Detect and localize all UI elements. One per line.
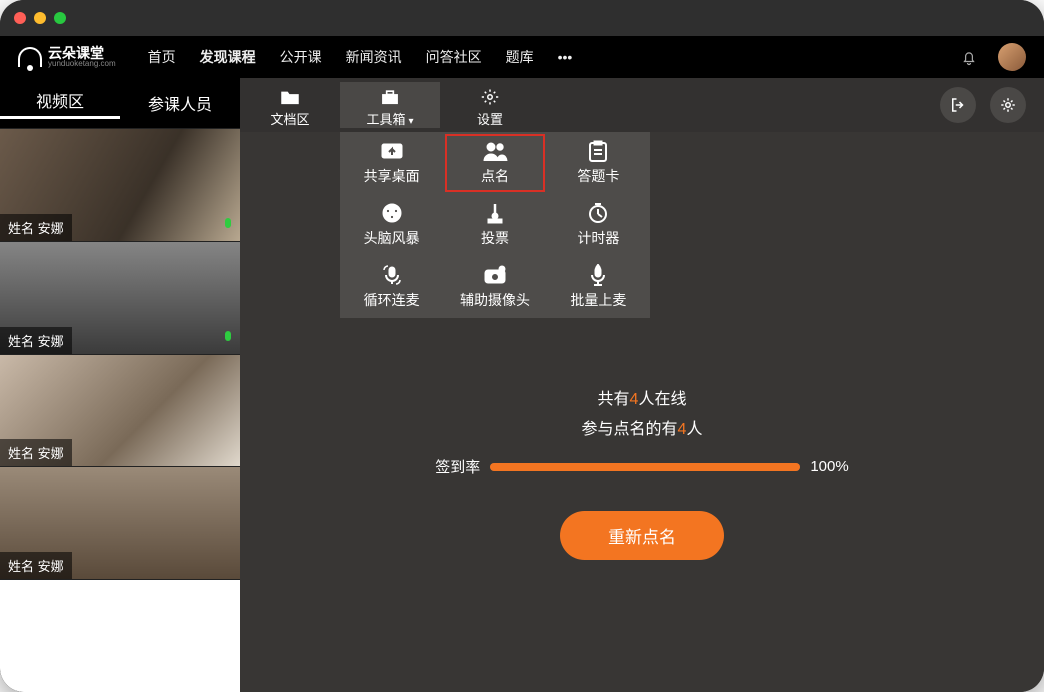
share-screen-icon bbox=[380, 140, 404, 162]
cloud-icon bbox=[18, 47, 42, 67]
video-cell[interactable]: 姓名 安娜 bbox=[0, 354, 240, 467]
tool-label: 投票 bbox=[481, 228, 509, 248]
sidebar: 视频区 参课人员 姓名 安娜 姓名 安娜 姓名 安娜 姓名 安娜 bbox=[0, 78, 240, 692]
video-cell[interactable]: 姓名 安娜 bbox=[0, 241, 240, 354]
tool-label: 头脑风暴 bbox=[364, 228, 420, 248]
brand-logo[interactable]: 云朵课堂 yunduoketang.com bbox=[18, 46, 116, 68]
microphone-icon bbox=[222, 217, 234, 233]
video-cell-empty bbox=[0, 579, 240, 692]
tool-label: 计时器 bbox=[577, 228, 619, 248]
redo-rollcall-button[interactable]: 重新点名 bbox=[560, 511, 724, 560]
toolbar-docs[interactable]: 文档区 bbox=[240, 82, 340, 128]
nav-news[interactable]: 新闻资讯 bbox=[344, 43, 404, 71]
window-maximize-dot[interactable] bbox=[54, 12, 66, 24]
brand-domain: yunduoketang.com bbox=[48, 60, 116, 68]
svg-text:+: + bbox=[501, 267, 504, 273]
sidebar-tabs: 视频区 参课人员 bbox=[0, 78, 240, 128]
participant-name: 姓名 安娜 bbox=[0, 552, 72, 579]
toolbox-icon bbox=[380, 88, 400, 106]
bell-icon[interactable] bbox=[960, 48, 978, 66]
brainstorm-icon bbox=[381, 202, 403, 224]
tool-label: 循环连麦 bbox=[364, 290, 420, 310]
main-area: 文档区 工具箱▾ 设置 bbox=[240, 78, 1044, 692]
toolbar-label: 文档区 bbox=[270, 109, 309, 128]
tab-video-area[interactable]: 视频区 bbox=[0, 88, 120, 119]
nav-home[interactable]: 首页 bbox=[146, 43, 178, 71]
answer-card-icon bbox=[588, 140, 608, 162]
main-toolbar: 文档区 工具箱▾ 设置 bbox=[240, 78, 1044, 132]
nav-discover[interactable]: 发现课程 bbox=[198, 43, 258, 71]
nav-qa[interactable]: 问答社区 bbox=[424, 43, 484, 71]
exit-button[interactable] bbox=[940, 87, 976, 123]
video-list: 姓名 安娜 姓名 安娜 姓名 安娜 姓名 安娜 bbox=[0, 128, 240, 692]
online-count-line: 共有4人在线 bbox=[598, 385, 687, 409]
gear-icon bbox=[999, 96, 1017, 114]
timer-icon bbox=[587, 202, 609, 224]
folder-icon bbox=[280, 88, 300, 106]
toolbar-settings[interactable]: 设置 bbox=[440, 82, 540, 128]
aux-camera-icon: + bbox=[483, 264, 507, 286]
rollcall-count-line: 参与点名的有4人 bbox=[582, 415, 703, 439]
tool-brainstorm[interactable]: 头脑风暴 bbox=[340, 194, 443, 256]
tab-participants[interactable]: 参课人员 bbox=[120, 91, 240, 115]
rate-progress-fill bbox=[490, 463, 800, 471]
exit-icon bbox=[949, 96, 967, 114]
toolbar-label: 设置 bbox=[477, 109, 503, 128]
rate-progress-bar bbox=[490, 463, 800, 471]
participant-name: 姓名 安娜 bbox=[0, 439, 72, 466]
top-nav: 云朵课堂 yunduoketang.com 首页 发现课程 公开课 新闻资讯 问… bbox=[0, 36, 1044, 78]
participant-name: 姓名 安娜 bbox=[0, 214, 72, 241]
microphone-icon bbox=[222, 330, 234, 346]
chevron-down-icon: ▾ bbox=[408, 116, 413, 127]
rate-label: 签到率 bbox=[435, 456, 480, 477]
video-cell[interactable]: 姓名 安娜 bbox=[0, 466, 240, 579]
people-icon bbox=[482, 140, 508, 162]
nav-more-icon[interactable]: ••• bbox=[556, 45, 575, 69]
rate-percent: 100% bbox=[810, 458, 848, 475]
tool-mic-cycle[interactable]: 循环连麦 bbox=[340, 256, 443, 318]
video-cell[interactable]: 姓名 安娜 bbox=[0, 128, 240, 241]
tool-label: 点名 bbox=[481, 166, 509, 186]
tool-timer[interactable]: 计时器 bbox=[547, 194, 650, 256]
participant-name: 姓名 安娜 bbox=[0, 327, 72, 354]
nav-bank[interactable]: 题库 bbox=[504, 43, 536, 71]
tool-label: 答题卡 bbox=[577, 166, 619, 186]
batch-mic-icon bbox=[588, 264, 608, 286]
tool-roll-call[interactable]: 点名 bbox=[443, 132, 546, 194]
tool-batch-mic[interactable]: 批量上麦 bbox=[547, 256, 650, 318]
settings-button[interactable] bbox=[990, 87, 1026, 123]
vote-icon bbox=[485, 202, 505, 224]
user-avatar[interactable] bbox=[998, 43, 1026, 71]
app-window: 云朵课堂 yunduoketang.com 首页 发现课程 公开课 新闻资讯 问… bbox=[0, 0, 1044, 692]
tool-label: 辅助摄像头 bbox=[460, 290, 530, 310]
brand-name: 云朵课堂 bbox=[48, 46, 116, 60]
toolbar-label: 工具箱 bbox=[366, 112, 405, 127]
tool-share-screen[interactable]: 共享桌面 bbox=[340, 132, 443, 194]
toolbar-toolbox[interactable]: 工具箱▾ bbox=[340, 82, 440, 128]
tool-vote[interactable]: 投票 bbox=[443, 194, 546, 256]
tool-label: 共享桌面 bbox=[364, 166, 420, 186]
mic-cycle-icon bbox=[381, 264, 403, 286]
nav-open-course[interactable]: 公开课 bbox=[278, 43, 324, 71]
attendance-rate-row: 签到率 100% bbox=[435, 456, 848, 477]
window-titlebar bbox=[0, 0, 1044, 36]
tool-answer-card[interactable]: 答题卡 bbox=[547, 132, 650, 194]
toolbox-dropdown: 共享桌面 点名 答题卡 头脑风暴 投票 bbox=[340, 132, 650, 318]
gear-icon bbox=[480, 88, 500, 106]
window-close-dot[interactable] bbox=[14, 12, 26, 24]
tool-aux-camera[interactable]: + 辅助摄像头 bbox=[443, 256, 546, 318]
tool-label: 批量上麦 bbox=[570, 290, 626, 310]
window-minimize-dot[interactable] bbox=[34, 12, 46, 24]
